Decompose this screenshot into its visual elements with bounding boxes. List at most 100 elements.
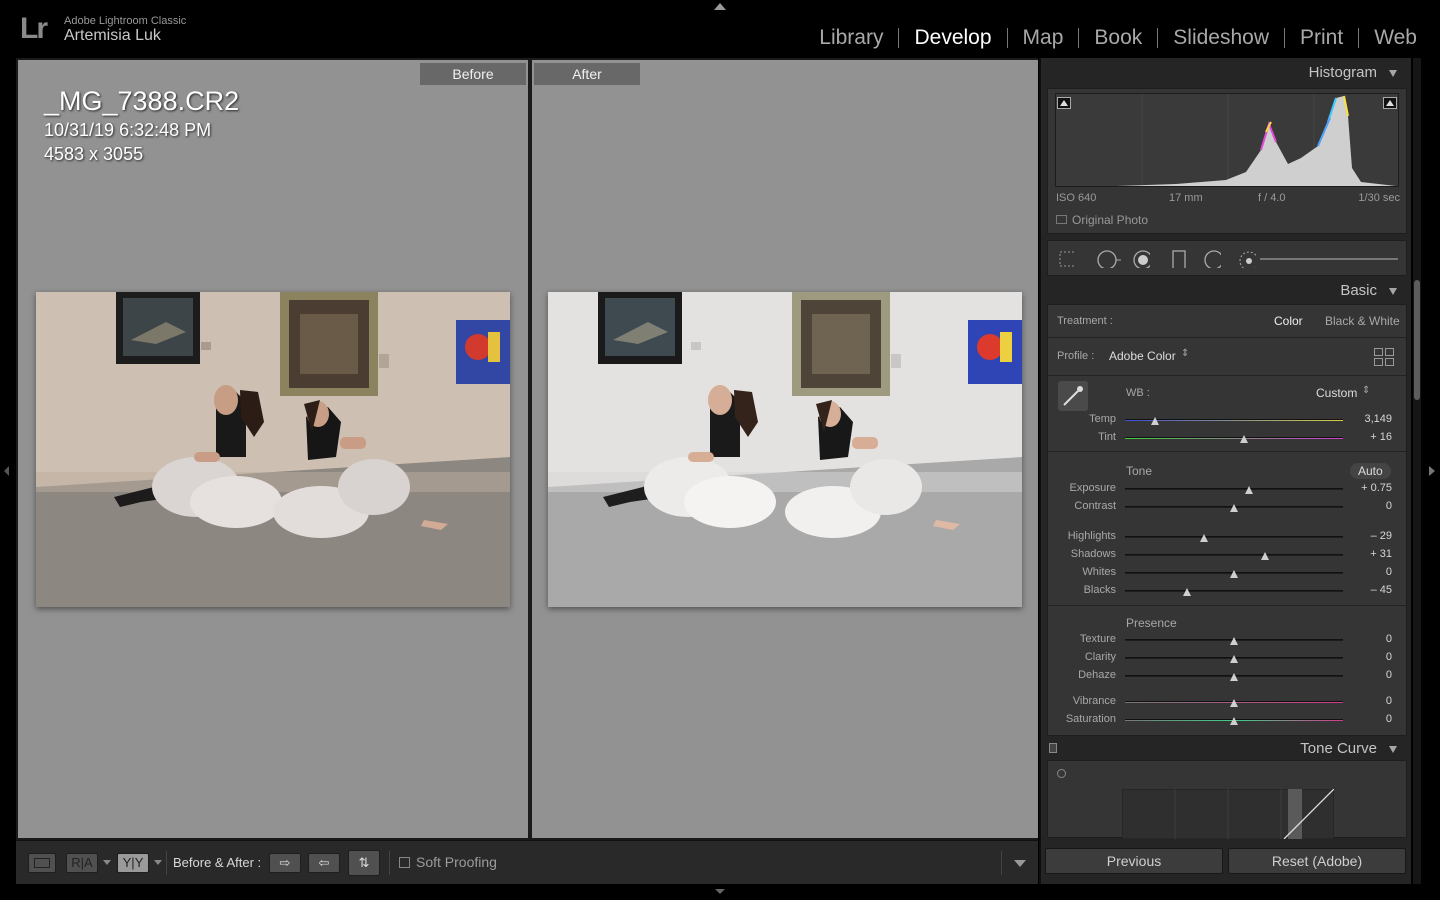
shadows-value[interactable]: + 31: [1370, 548, 1392, 560]
module-book[interactable]: Book: [1079, 24, 1157, 52]
module-print[interactable]: Print: [1285, 24, 1358, 52]
contrast-slider-knob[interactable]: [1230, 504, 1238, 512]
dehaze-value[interactable]: 0: [1386, 669, 1392, 681]
texture-value[interactable]: 0: [1386, 633, 1392, 645]
collapse-triangle-icon[interactable]: [1389, 70, 1397, 77]
before-after-lr-button[interactable]: R|A: [66, 853, 98, 873]
after-pane[interactable]: After: [532, 60, 1040, 840]
app-name: Adobe Lightroom Classic: [64, 15, 187, 27]
module-map[interactable]: Map: [1008, 24, 1079, 52]
highlights-slider[interactable]: [1125, 536, 1343, 538]
exposure-slider-knob[interactable]: [1245, 486, 1253, 494]
soft-proofing-checkbox[interactable]: [399, 857, 410, 868]
radial-filter-icon[interactable]: [1203, 250, 1221, 268]
shadows-slider[interactable]: [1125, 554, 1343, 556]
contrast-row: Contrast 0: [1048, 496, 1406, 514]
collapse-top-panel-icon[interactable]: [714, 3, 726, 10]
tone-curve-toggle-icon[interactable]: [1049, 743, 1057, 753]
spot-removal-icon[interactable]: [1096, 250, 1122, 268]
blacks-value[interactable]: – 45: [1371, 584, 1392, 596]
blacks-slider-knob[interactable]: [1183, 588, 1191, 596]
swap-before-after-button[interactable]: ⇅: [348, 850, 380, 876]
after-photo[interactable]: [548, 292, 1022, 607]
profile-chevron-icon[interactable]: ⇕: [1181, 348, 1189, 359]
vibrance-value[interactable]: 0: [1386, 695, 1392, 707]
tool-slider-track[interactable]: [1260, 258, 1398, 260]
ra-dropdown-caret[interactable]: [103, 860, 111, 865]
collapse-triangle-icon[interactable]: [1389, 288, 1397, 295]
shadows-label: Shadows: [1070, 548, 1116, 560]
auto-tone-button[interactable]: Auto: [1350, 463, 1391, 479]
red-eye-icon[interactable]: [1132, 250, 1150, 268]
whites-value[interactable]: 0: [1386, 566, 1392, 578]
contrast-value[interactable]: 0: [1386, 500, 1392, 512]
highlight-clipping-icon[interactable]: [1383, 97, 1397, 109]
toolbar-content-menu-icon[interactable]: [1014, 860, 1026, 867]
identity-plate: Lr Adobe Lightroom Classic Artemisia Luk…: [0, 0, 1440, 58]
exposure-slider[interactable]: [1125, 488, 1343, 490]
dehaze-slider-knob[interactable]: [1230, 673, 1238, 681]
module-develop[interactable]: Develop: [899, 24, 1006, 52]
tone-curve-graph[interactable]: [1122, 789, 1334, 839]
temp-slider-knob[interactable]: [1151, 417, 1159, 425]
histogram-graph[interactable]: [1055, 93, 1399, 187]
treatment-bw[interactable]: Black & White: [1325, 314, 1400, 328]
temp-row: Temp 3,149: [1048, 409, 1406, 427]
graduated-filter-icon[interactable]: [1170, 250, 1188, 268]
profile-browser-icon[interactable]: [1374, 348, 1394, 366]
module-library[interactable]: Library: [804, 24, 898, 52]
copy-after-to-before-button[interactable]: ⇦: [308, 853, 340, 873]
tint-slider-knob[interactable]: [1240, 435, 1248, 443]
soft-proofing-label[interactable]: Soft Proofing: [416, 854, 497, 870]
whites-slider-knob[interactable]: [1230, 570, 1238, 578]
original-photo-checkbox[interactable]: [1056, 215, 1067, 224]
module-web[interactable]: Web: [1359, 24, 1432, 52]
tint-value[interactable]: + 16: [1370, 431, 1392, 443]
histogram-header[interactable]: Histogram: [1041, 58, 1411, 88]
photo-filename: _MG_7388.CR2: [44, 86, 240, 116]
before-photo[interactable]: [36, 292, 510, 607]
wb-chevron-icon[interactable]: ⇕: [1362, 385, 1370, 396]
yy-dropdown-caret[interactable]: [154, 860, 162, 865]
wb-eyedropper-icon[interactable]: [1058, 381, 1088, 411]
clarity-slider-knob[interactable]: [1230, 655, 1238, 663]
original-photo-label: Original Photo: [1072, 213, 1149, 227]
tint-slider[interactable]: [1125, 437, 1343, 439]
before-after-yy-button[interactable]: Y|Y: [117, 853, 149, 873]
toolbar-separator: [1001, 851, 1002, 875]
adjustment-brush-icon[interactable]: [1238, 250, 1256, 268]
before-pane[interactable]: Before _MG_7388.CR2 10/31/19 6:32:48 PM …: [18, 60, 528, 840]
exposure-row: Exposure + 0.75: [1048, 478, 1406, 496]
highlights-slider-knob[interactable]: [1200, 534, 1208, 542]
saturation-value[interactable]: 0: [1386, 713, 1392, 725]
treatment-color[interactable]: Color: [1274, 314, 1303, 328]
shadows-slider-knob[interactable]: [1261, 552, 1269, 560]
loupe-view-button[interactable]: [28, 853, 56, 873]
collapse-triangle-icon[interactable]: [1389, 746, 1397, 753]
expand-left-panel-icon[interactable]: [4, 466, 9, 476]
tint-row: Tint + 16: [1048, 427, 1406, 445]
vibrance-slider-knob[interactable]: [1230, 699, 1238, 707]
texture-slider-knob[interactable]: [1230, 637, 1238, 645]
basic-header[interactable]: Basic: [1041, 276, 1411, 306]
temp-value[interactable]: 3,149: [1364, 413, 1392, 425]
wb-select[interactable]: Custom: [1316, 386, 1357, 400]
highlights-value[interactable]: – 29: [1371, 530, 1392, 542]
saturation-slider-knob[interactable]: [1230, 717, 1238, 725]
crop-overlay-icon[interactable]: [1058, 250, 1076, 268]
right-panel-scroll-track[interactable]: [1413, 58, 1421, 884]
copy-before-to-after-button[interactable]: ⇨: [269, 853, 301, 873]
expand-filmstrip-icon[interactable]: [715, 889, 725, 895]
targeted-adjustment-icon[interactable]: [1057, 769, 1066, 778]
after-label: After: [534, 63, 640, 85]
exposure-value[interactable]: + 0.75: [1361, 482, 1392, 494]
profile-select[interactable]: Adobe Color: [1109, 349, 1176, 363]
right-panel-scrollbar[interactable]: [1414, 280, 1420, 400]
reset-button[interactable]: Reset (Adobe): [1228, 848, 1406, 874]
collapse-right-panel-icon[interactable]: [1429, 466, 1435, 476]
shadow-clipping-icon[interactable]: [1057, 97, 1071, 109]
module-slideshow[interactable]: Slideshow: [1158, 24, 1284, 52]
clarity-value[interactable]: 0: [1386, 651, 1392, 663]
blacks-slider[interactable]: [1125, 590, 1343, 592]
previous-button[interactable]: Previous: [1045, 848, 1223, 874]
